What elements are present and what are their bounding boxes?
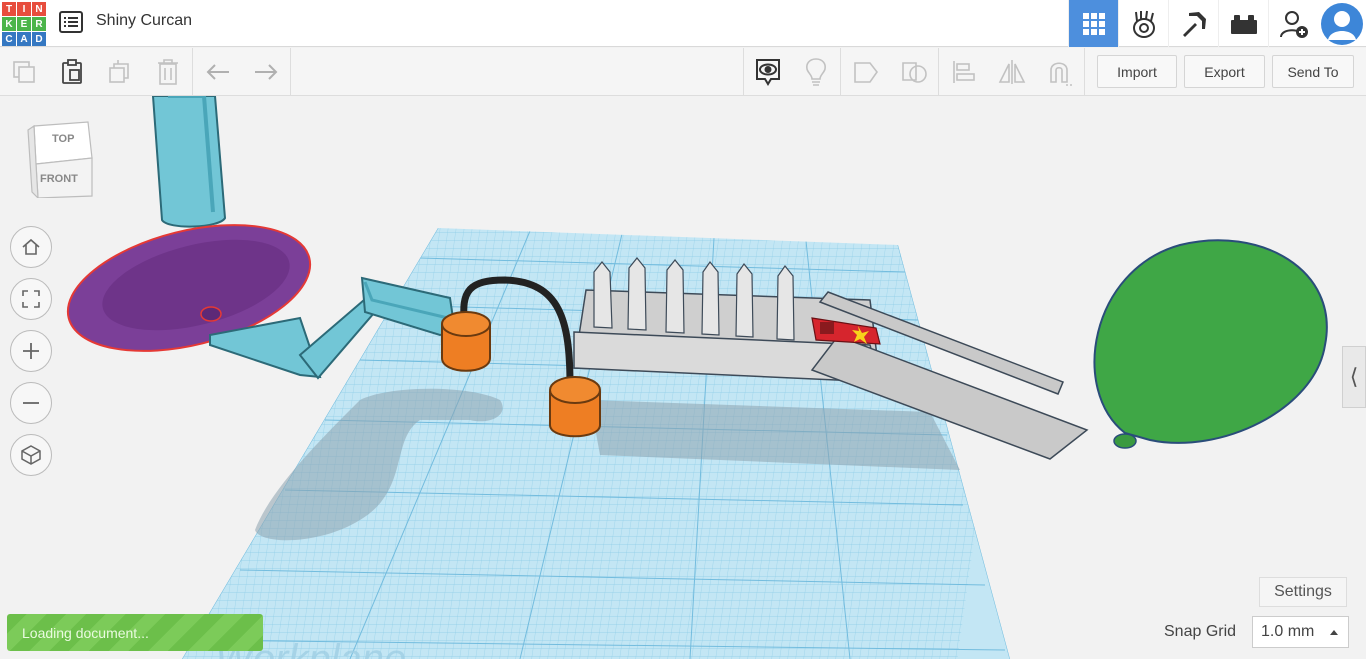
redo-icon[interactable] bbox=[242, 48, 290, 96]
edit-toolbar: Import Export Send To bbox=[0, 48, 1366, 96]
orange-cylinder-1[interactable] bbox=[441, 311, 491, 372]
tinkercad-editor: TIN KER CAD Shiny Curcan Import Export Sen… bbox=[0, 0, 1366, 659]
orange-cylinder-2[interactable] bbox=[549, 376, 601, 438]
caret-up-icon bbox=[1330, 630, 1338, 635]
light-bulb-icon[interactable] bbox=[792, 48, 840, 96]
add-user-icon[interactable] bbox=[1268, 0, 1318, 47]
cruise-magnet-icon[interactable] bbox=[1036, 48, 1084, 96]
mirror-icon[interactable] bbox=[988, 48, 1036, 96]
chevron-left-icon: ⟨ bbox=[1349, 364, 1359, 389]
fit-view-button[interactable] bbox=[10, 278, 52, 320]
shapes-panel-toggle[interactable]: ⟨ bbox=[1342, 346, 1366, 408]
snap-grid-label: Snap Grid bbox=[1164, 623, 1237, 640]
group-icon[interactable] bbox=[842, 48, 890, 96]
logo-letter: A bbox=[17, 32, 31, 46]
delete-icon[interactable] bbox=[144, 48, 192, 96]
minus-icon bbox=[23, 402, 39, 404]
view-cube-front-label: FRONT bbox=[40, 173, 78, 185]
logo-letter: D bbox=[32, 32, 46, 46]
ortho-view-button[interactable] bbox=[10, 434, 52, 476]
view-cube-top-label: TOP bbox=[52, 133, 74, 145]
loading-indicator: Loading document... bbox=[7, 614, 263, 651]
logo-letter: R bbox=[32, 17, 46, 31]
fit-all-icon bbox=[22, 290, 40, 308]
send-to-button[interactable]: Send To bbox=[1272, 55, 1354, 88]
snap-grid-select[interactable]: 1.0 mm bbox=[1252, 616, 1349, 648]
clipboard-group bbox=[0, 48, 192, 96]
plus-icon bbox=[23, 343, 39, 359]
top-nav bbox=[1068, 0, 1366, 47]
design-list-icon[interactable] bbox=[58, 9, 84, 35]
3d-viewport[interactable]: Workplane TOP FRONT ⟨ Settings Snap Grid… bbox=[0, 96, 1366, 659]
codeblocks-icon[interactable] bbox=[1118, 0, 1168, 47]
3d-design-grid-icon[interactable] bbox=[1068, 0, 1118, 47]
home-icon bbox=[22, 238, 40, 255]
loading-text: Loading document... bbox=[22, 624, 149, 641]
logo-letter: I bbox=[17, 2, 31, 16]
logo-letter: E bbox=[17, 17, 31, 31]
align-icon[interactable] bbox=[940, 48, 988, 96]
duplicate-icon[interactable] bbox=[96, 48, 144, 96]
logo-letter: N bbox=[32, 2, 46, 16]
export-button[interactable]: Export bbox=[1184, 55, 1265, 88]
perspective-cube-icon bbox=[21, 445, 41, 465]
arrange-group bbox=[940, 48, 1084, 96]
home-view-button[interactable] bbox=[10, 226, 52, 268]
undo-icon[interactable] bbox=[194, 48, 242, 96]
logo-letter: T bbox=[2, 2, 16, 16]
ungroup-icon[interactable] bbox=[890, 48, 938, 96]
copy-icon[interactable] bbox=[0, 48, 48, 96]
design-title[interactable]: Shiny Curcan bbox=[96, 12, 192, 30]
history-group bbox=[194, 48, 290, 96]
minecraft-pickaxe-icon[interactable] bbox=[1168, 0, 1218, 47]
view-group bbox=[744, 48, 840, 96]
view-cube[interactable]: TOP FRONT bbox=[26, 120, 96, 200]
logo-letter: C bbox=[2, 32, 16, 46]
vertical-pipe[interactable] bbox=[151, 96, 227, 228]
settings-button[interactable]: Settings bbox=[1259, 577, 1347, 607]
paste-icon[interactable] bbox=[48, 48, 96, 96]
scene-canvas[interactable]: Workplane bbox=[0, 96, 1366, 659]
snap-grid-value: 1.0 mm bbox=[1261, 623, 1315, 640]
zoom-in-button[interactable] bbox=[10, 330, 52, 372]
tinkercad-logo[interactable]: TIN KER CAD bbox=[2, 2, 46, 46]
notes-eye-icon[interactable] bbox=[744, 48, 792, 96]
lego-brick-icon[interactable] bbox=[1218, 0, 1268, 47]
avatar[interactable] bbox=[1318, 0, 1366, 47]
green-balloon[interactable] bbox=[1093, 239, 1328, 449]
top-bar: TIN KER CAD Shiny Curcan bbox=[0, 0, 1366, 47]
zoom-out-button[interactable] bbox=[10, 382, 52, 424]
import-button[interactable]: Import bbox=[1097, 55, 1177, 88]
group-shapes bbox=[842, 48, 938, 96]
logo-letter: K bbox=[2, 17, 16, 31]
